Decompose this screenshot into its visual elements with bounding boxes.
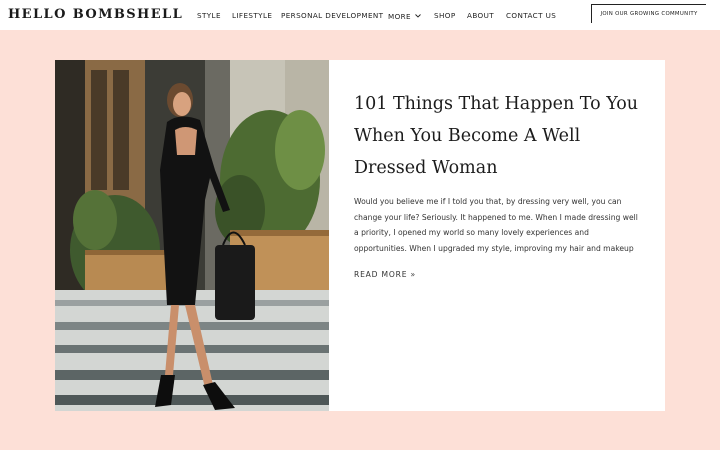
read-more-link[interactable]: READ MORE » [354,270,416,279]
nav-item-style[interactable]: STYLE [197,11,221,20]
post-featured-image[interactable] [55,60,329,411]
post-excerpt: Would you believe me if I told you that,… [354,197,638,253]
join-community-button[interactable]: JOIN OUR GROWING COMMUNITY [591,4,706,23]
nav-item-more-label: MORE [388,12,411,21]
nav-item-more[interactable]: MORE [388,11,421,21]
post-content: 101 Things That Happen To You When You B… [354,88,644,282]
nav-item-shop[interactable]: SHOP [434,11,456,20]
nav-item-personal-development[interactable]: PERSONAL DEVELOPMENT [281,11,383,20]
site-logo[interactable]: HELLO BOMBSHELL [8,7,183,22]
chevron-down-icon [415,11,421,20]
nav-item-contact-us[interactable]: CONTACT US [506,11,556,20]
post-title[interactable]: 101 Things That Happen To You When You B… [354,88,644,184]
nav-item-about[interactable]: ABOUT [467,11,494,20]
nav-item-lifestyle[interactable]: LIFESTYLE [232,11,272,20]
featured-post-card: 101 Things That Happen To You When You B… [55,60,665,411]
site-header: HELLO BOMBSHELL STYLE LIFESTYLE PERSONAL… [0,0,720,30]
